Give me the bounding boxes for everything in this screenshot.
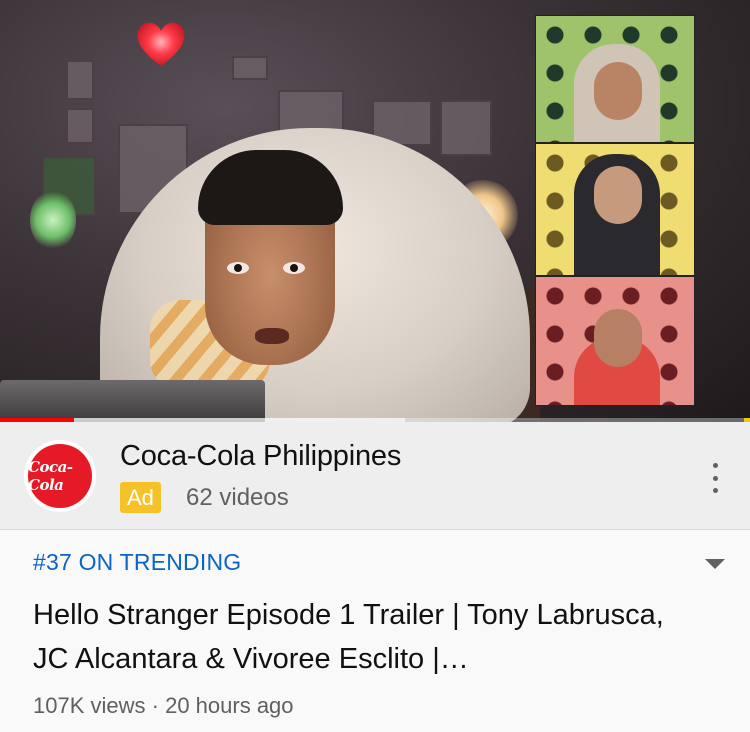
channel-row[interactable]: Coca-Cola Coca-Cola Philippines Ad 62 vi… [0, 422, 750, 530]
expand-chevron-icon[interactable] [705, 559, 725, 569]
wall-poster [232, 56, 268, 80]
video-call-panel [535, 276, 695, 406]
view-count: 107K views [33, 693, 146, 718]
laptop [0, 380, 265, 422]
video-meta: 107K views · 20 hours ago [33, 693, 294, 719]
lamp-green [30, 190, 76, 250]
kebab-dot [712, 488, 718, 493]
call-participant-face [594, 309, 642, 367]
wall-poster [440, 100, 492, 156]
kebab-dot [712, 463, 718, 468]
video-player[interactable] [0, 0, 750, 422]
ad-badge: Ad [120, 482, 161, 513]
upload-age: 20 hours ago [165, 693, 294, 718]
wall-poster [66, 108, 94, 144]
channel-avatar[interactable]: Coca-Cola [24, 440, 96, 512]
wall-poster [66, 60, 94, 100]
channel-name[interactable]: Coca-Cola Philippines [120, 440, 401, 473]
logo-text: Coca-Cola [28, 458, 73, 494]
call-participant-face [594, 62, 642, 120]
eye [283, 262, 305, 274]
video-count: 62 videos [186, 484, 289, 511]
kebab-dot [712, 475, 718, 481]
video-info[interactable]: #37 ON TRENDING Hello Stranger Episode 1… [0, 531, 750, 732]
more-options-icon[interactable] [700, 460, 730, 496]
video-call-panel [535, 15, 695, 143]
trending-badge[interactable]: #37 ON TRENDING [33, 549, 241, 576]
video-call-panel [535, 143, 695, 276]
heart-light-icon [137, 22, 185, 66]
meta-separator: · [151, 693, 159, 718]
eye [227, 262, 249, 274]
video-title[interactable]: Hello Stranger Episode 1 Trailer | Tony … [33, 593, 693, 681]
call-participant-face [594, 166, 642, 224]
coca-cola-logo: Coca-Cola [28, 444, 92, 508]
mouth [255, 328, 289, 344]
